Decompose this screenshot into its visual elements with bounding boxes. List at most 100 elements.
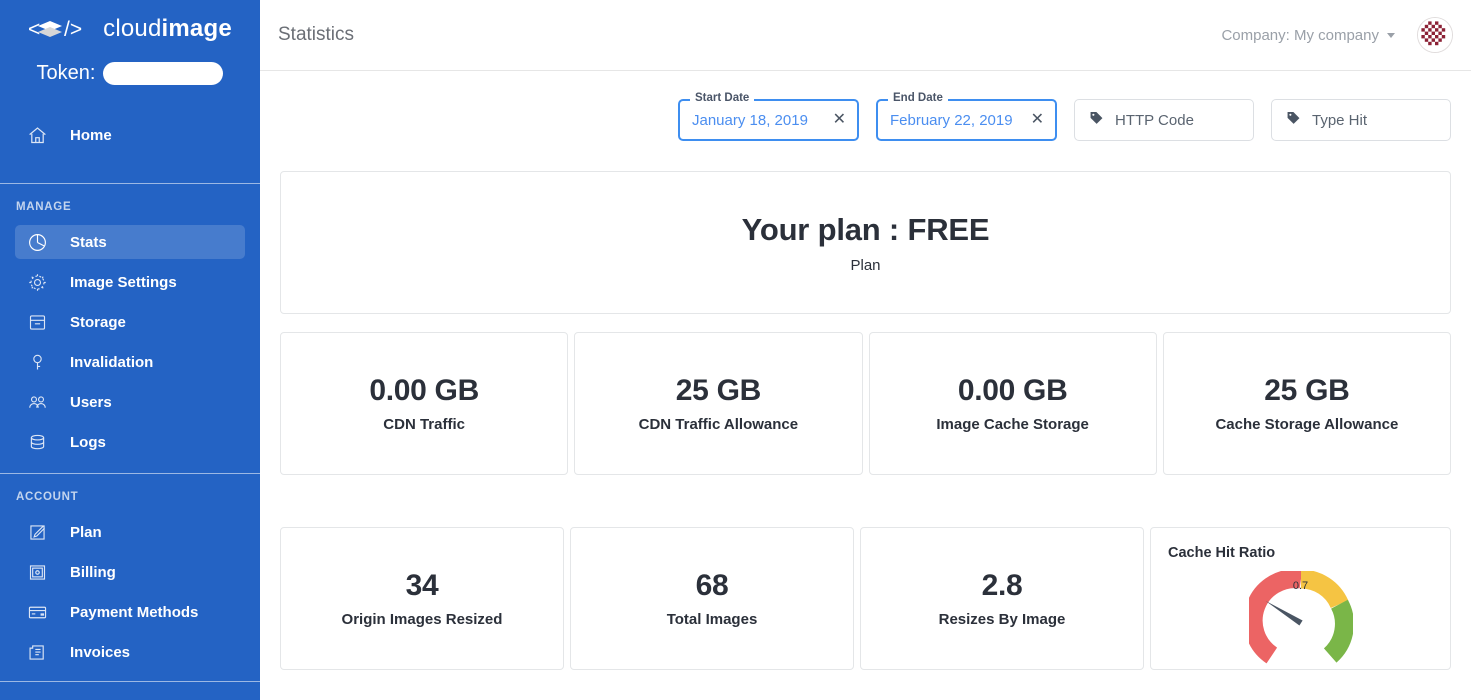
plan-card-subtitle: Plan — [850, 256, 881, 274]
filter-bar: Start Date January 18, 2019 ✕ End Date F… — [260, 71, 1471, 141]
end-date-value: February 22, 2019 — [890, 111, 1013, 129]
brand-name: cloudimage — [103, 15, 232, 43]
stat-value: 0.00 GB — [369, 374, 479, 407]
stat-label: CDN Traffic Allowance — [638, 416, 799, 433]
token-row: Token: — [0, 62, 260, 85]
sidebar-item-stats[interactable]: Stats — [15, 225, 245, 259]
sidebar-item-storage[interactable]: Storage — [15, 305, 245, 339]
box-icon — [26, 311, 48, 333]
sidebar-item-stats-label: Stats — [70, 233, 107, 251]
sidebar-item-plan-label: Plan — [70, 523, 102, 541]
stat-label: Image Cache Storage — [936, 416, 1089, 433]
topbar-right: Company: My company — [1221, 17, 1453, 53]
token-value-pill[interactable] — [103, 62, 224, 85]
sidebar-item-payment-methods-label: Payment Methods — [70, 603, 199, 621]
sidebar-item-home[interactable]: Home — [0, 115, 260, 155]
sidebar-item-billing-label: Billing — [70, 563, 116, 581]
stat-card-origin-images-resized: 34 Origin Images Resized — [280, 527, 564, 670]
invoice-icon — [26, 641, 48, 663]
stat-value: 25 GB — [675, 374, 762, 407]
start-date-clear-icon[interactable]: ✕ — [833, 112, 846, 128]
stats-row-2: 34 Origin Images Resized 68 Total Images… — [280, 527, 1451, 670]
billing-icon — [26, 561, 48, 583]
sidebar-item-invalidation[interactable]: Invalidation — [15, 345, 245, 379]
stat-value: 0.00 GB — [957, 374, 1068, 407]
token-label: Token: — [36, 62, 96, 84]
stat-value: 25 GB — [1264, 374, 1350, 407]
sidebar-item-logs[interactable]: Logs — [15, 425, 245, 459]
chevron-down-icon — [1387, 32, 1395, 38]
gauge-needle — [1264, 600, 1303, 626]
sidebar-item-users[interactable]: Users — [15, 385, 245, 419]
main-content: Statistics Company: My company Start Dat… — [260, 0, 1471, 700]
sidebar-item-invalidation-label: Invalidation — [70, 353, 154, 371]
type-hit-placeholder: Type Hit — [1312, 111, 1368, 129]
brand-name-light: cloud — [103, 15, 162, 42]
stat-value: 34 — [405, 569, 439, 602]
sidebar-item-logs-label: Logs — [70, 433, 106, 451]
sidebar-item-plan[interactable]: Plan — [15, 515, 245, 549]
stat-card-image-cache-storage: 0.00 GB Image Cache Storage — [868, 332, 1157, 475]
company-selector[interactable]: Company: My company — [1221, 27, 1395, 44]
sidebar-group-account-title: ACCOUNT — [16, 491, 79, 503]
brand-logo[interactable]: < /> cloudimage — [0, 0, 260, 44]
sidebar-item-users-label: Users — [70, 393, 112, 411]
stat-card-cdn-traffic: 0.00 GB CDN Traffic — [280, 332, 569, 475]
cache-hit-ratio-value: 0.7 — [1292, 580, 1309, 592]
start-date-field[interactable]: Start Date January 18, 2019 ✕ — [678, 92, 859, 141]
sidebar-divider-bottom — [0, 681, 260, 682]
stats-row-1: 0.00 GB CDN Traffic 25 GB CDN Traffic Al… — [280, 332, 1451, 475]
stat-card-cdn-traffic-allowance: 25 GB CDN Traffic Allowance — [574, 332, 863, 475]
sidebar-item-image-settings[interactable]: Image Settings — [15, 265, 245, 299]
stat-card-total-images: 68 Total Images — [570, 527, 854, 670]
stats-content: Your plan : FREE Plan 0.00 GB CDN Traffi… — [260, 171, 1471, 670]
stat-value: 2.8 — [981, 569, 1023, 602]
tag-icon — [1286, 110, 1301, 130]
sidebar-item-payment-methods[interactable]: Payment Methods — [15, 595, 245, 629]
start-date-value: January 18, 2019 — [692, 111, 808, 129]
svg-text:/>: /> — [64, 18, 82, 41]
stat-card-resizes-by-image: 2.8 Resizes By Image — [860, 527, 1144, 670]
http-code-placeholder: HTTP Code — [1115, 111, 1194, 129]
topbar: Statistics Company: My company — [260, 0, 1471, 71]
stat-value: 68 — [695, 569, 729, 602]
plan-card: Your plan : FREE Plan — [280, 171, 1451, 314]
http-code-field[interactable]: HTTP Code — [1074, 99, 1254, 141]
sidebar-group-manage: MANAGE Stats Image Settings Storage Inva… — [0, 184, 260, 459]
sidebar-item-billing[interactable]: Billing — [15, 555, 245, 589]
stat-card-cache-storage-allowance: 25 GB Cache Storage Allowance — [1162, 332, 1451, 475]
stat-label: Cache Storage Allowance — [1215, 416, 1399, 433]
type-hit-field[interactable]: Type Hit — [1271, 99, 1451, 141]
users-icon — [26, 391, 48, 413]
sidebar-item-image-settings-label: Image Settings — [70, 273, 177, 291]
sidebar-item-home-label: Home — [70, 126, 112, 144]
brand-name-bold: image — [161, 15, 232, 42]
plan-card-title: Your plan : FREE — [741, 211, 990, 247]
sidebar-item-invoices-label: Invoices — [70, 643, 131, 661]
credit-card-icon — [26, 601, 48, 623]
key-icon — [26, 351, 48, 373]
svg-text:<: < — [28, 18, 40, 41]
company-selector-label: Company: My company — [1221, 26, 1379, 44]
sidebar-item-invoices[interactable]: Invoices — [15, 635, 245, 669]
stat-label: Total Images — [666, 611, 758, 628]
end-date-clear-icon[interactable]: ✕ — [1031, 112, 1044, 128]
code-layers-logo-icon: < /> — [28, 16, 94, 42]
cache-hit-ratio-title: Cache Hit Ratio — [1168, 545, 1276, 561]
start-date-legend: Start Date — [690, 92, 755, 104]
home-icon — [26, 124, 48, 146]
edit-square-icon — [26, 521, 48, 543]
end-date-field[interactable]: End Date February 22, 2019 ✕ — [876, 92, 1057, 141]
tag-icon — [1089, 110, 1104, 130]
database-icon — [26, 431, 48, 453]
pie-chart-icon — [26, 231, 48, 253]
avatar[interactable] — [1417, 17, 1453, 53]
page-title: Statistics — [278, 24, 355, 45]
sidebar: < /> cloudimage Token: Home MANAGE Stats… — [0, 0, 260, 700]
stat-label: CDN Traffic — [383, 416, 465, 433]
stat-label: Resizes By Image — [938, 611, 1066, 628]
cache-hit-ratio-card: Cache Hit Ratio 0.7 — [1150, 527, 1451, 670]
identicon-avatar-icon — [1418, 18, 1452, 52]
gear-icon — [26, 271, 48, 293]
end-date-legend: End Date — [888, 92, 948, 104]
